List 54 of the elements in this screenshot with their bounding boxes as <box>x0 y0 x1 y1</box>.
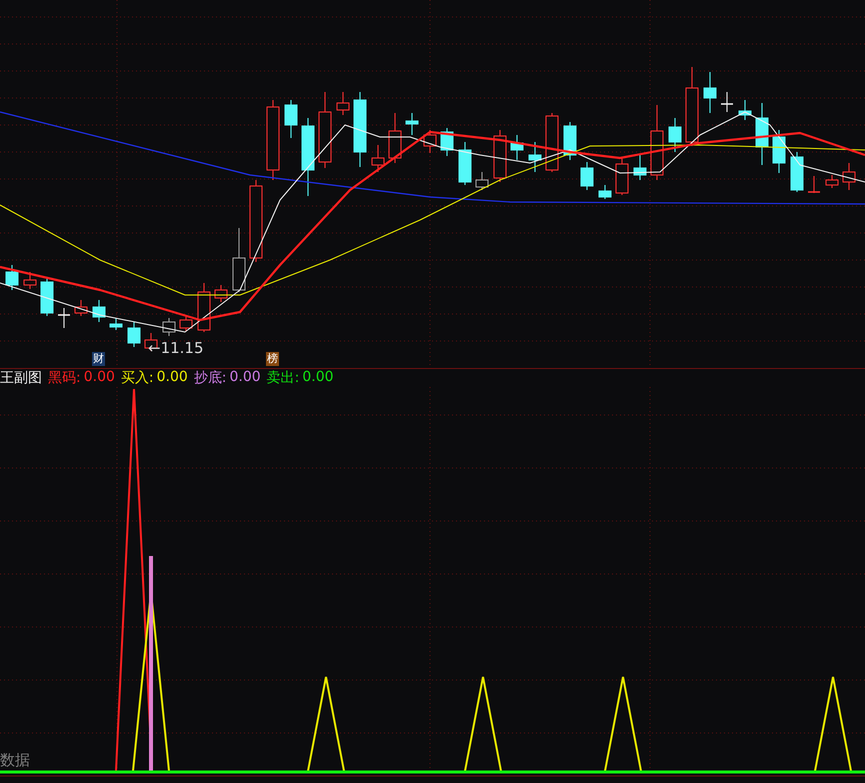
candlestick <box>580 162 594 190</box>
candlestick <box>180 316 192 332</box>
indicator-title: 王副图 <box>0 369 42 387</box>
indicator-label: 抄底: <box>194 369 226 387</box>
candlestick <box>772 130 786 174</box>
candlestick <box>476 172 488 190</box>
candlestick <box>58 308 70 328</box>
candlestick <box>704 72 716 114</box>
candlestick <box>284 100 298 138</box>
event-marker-badge[interactable]: 财 <box>92 352 105 366</box>
candlestick <box>24 272 36 290</box>
candlestick <box>6 264 18 290</box>
candlestick <box>616 158 628 196</box>
indicator-value: 0.00 <box>302 369 334 387</box>
candlestick <box>842 162 856 190</box>
candlestick <box>826 174 838 188</box>
candlestick <box>668 118 682 152</box>
candlestick <box>598 184 612 200</box>
candlestick <box>634 154 646 180</box>
low-price-label: ←11.15 <box>148 339 204 357</box>
candlestick <box>721 92 733 112</box>
candlestick <box>546 112 558 172</box>
candlestick <box>92 300 106 322</box>
indicator-label: 卖出: <box>266 369 300 387</box>
indicator-label: 买入: <box>120 369 154 387</box>
candlestick <box>406 112 418 136</box>
candlestick <box>756 102 768 166</box>
event-marker-badge[interactable]: 榜 <box>266 352 279 366</box>
candlestick <box>74 300 88 316</box>
candlestick <box>528 142 542 172</box>
candlestick <box>128 322 140 348</box>
candlestick <box>738 100 752 120</box>
candlestick <box>790 152 804 192</box>
candlestick <box>388 112 402 164</box>
data-label: 数据 <box>0 751 30 769</box>
candlestick <box>458 142 472 186</box>
candlestick <box>424 130 436 154</box>
indicator-value: 0.00 <box>230 369 261 387</box>
indicator-value: 0.00 <box>84 369 115 387</box>
candlestick <box>372 144 384 172</box>
indicator-label: 黑码: <box>48 369 81 387</box>
candlestick <box>494 130 506 182</box>
candlestick <box>162 318 176 336</box>
candlestick <box>564 122 576 160</box>
candlestick <box>40 278 54 316</box>
candlestick <box>510 134 524 160</box>
candlestick <box>232 228 246 292</box>
indicator-value: 0.00 <box>156 369 188 387</box>
candlestick <box>336 92 350 116</box>
candlestick <box>440 128 454 156</box>
candlestick <box>198 282 210 332</box>
candlestick <box>808 176 820 194</box>
candlestick <box>110 318 122 330</box>
candlestick <box>214 284 228 302</box>
